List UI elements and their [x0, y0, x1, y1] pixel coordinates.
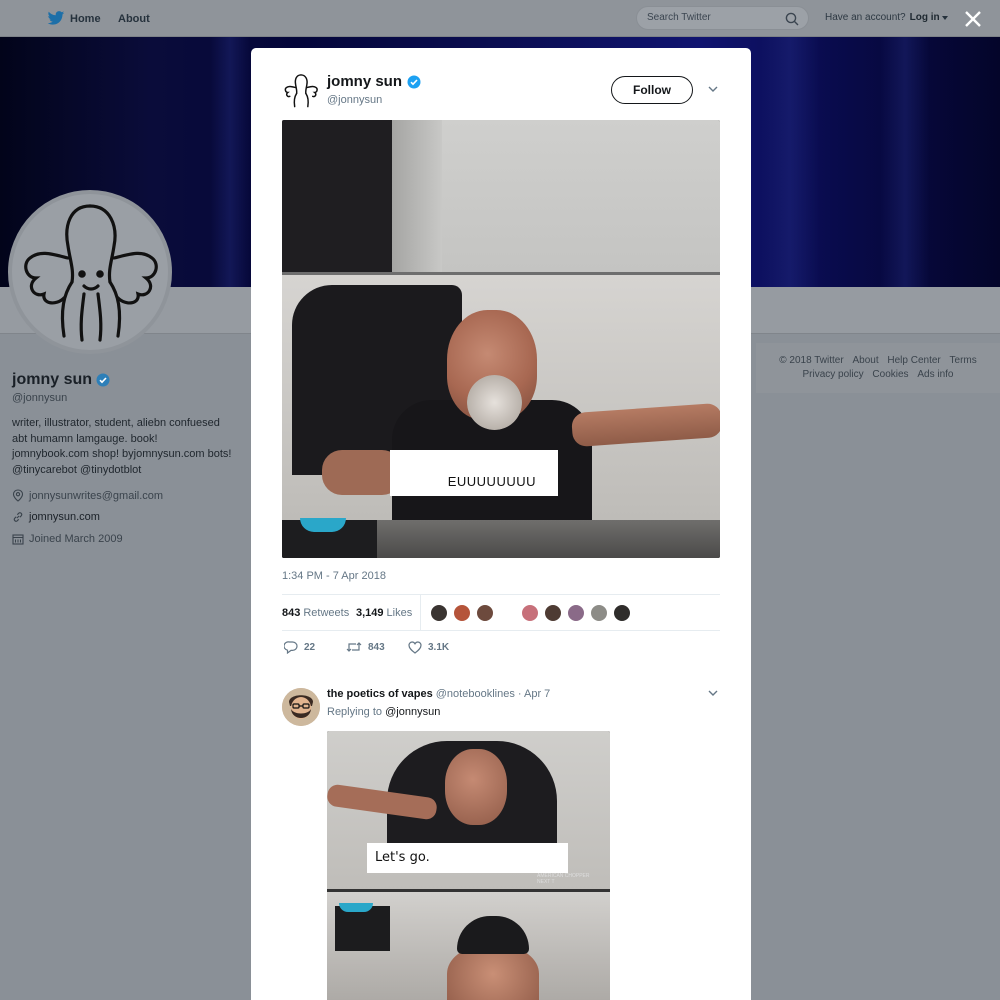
tweet-timestamp[interactable]: 1:34 PM - 7 Apr 2018	[282, 570, 386, 582]
likes-label: Likes	[386, 607, 413, 619]
liker-avatar[interactable]	[430, 604, 448, 622]
profile-bio: writer, illustrator, student, aliebn con…	[12, 416, 242, 478]
close-icon[interactable]	[962, 8, 984, 30]
profile-name-text: jomny sun	[12, 371, 93, 388]
bio-line: abt humamn lamgauge. book!	[12, 432, 158, 445]
replying-prefix: Replying to	[327, 706, 383, 718]
location-pin-icon	[12, 489, 24, 502]
login-area[interactable]: Have an account? Log in	[825, 12, 948, 23]
meme-caption-text: Let's go.	[375, 850, 430, 865]
footer-ads-link[interactable]: Ads info	[917, 369, 953, 380]
verified-badge-icon	[407, 75, 421, 88]
liker-avatar[interactable]	[567, 604, 585, 622]
retweet-button[interactable]: 843	[346, 641, 385, 653]
reply-media-image[interactable]: Let's go. AMERICAN CHOPPER NEXT T	[327, 731, 610, 1000]
likes-stat[interactable]: 3,149 Likes	[356, 607, 412, 619]
liker-avatar[interactable]	[476, 604, 494, 622]
liker-avatar[interactable]	[453, 604, 471, 622]
about-label: About	[118, 12, 150, 25]
twitter-bird-icon	[47, 11, 65, 25]
footer-box	[756, 343, 1000, 393]
have-account-text: Have an account?	[825, 12, 906, 23]
profile-name: jomny sun	[12, 371, 110, 389]
tweet-stats: 843 Retweets 3,149 Likes	[282, 594, 720, 631]
follow-button[interactable]: Follow	[611, 76, 693, 104]
bio-line: jomnybook.com shop! byjomnysun.com bots!	[12, 448, 232, 460]
show-logo: AMERICAN CHOPPER NEXT T	[537, 873, 590, 885]
reply-date[interactable]: · Apr 7	[518, 688, 550, 700]
meme-caption-box: EUUUUUUUU	[390, 450, 558, 496]
reply-icon	[284, 641, 298, 654]
search-input[interactable]: Search Twitter	[636, 6, 809, 30]
retweets-count: 843	[282, 607, 301, 619]
about-link[interactable]: About	[118, 0, 150, 37]
replying-to-handle[interactable]: @jonnysun	[385, 706, 440, 718]
tweet-author-name-text[interactable]: jomny sun	[327, 73, 402, 90]
creature-icon	[24, 204, 158, 342]
footer-terms-link[interactable]: Terms	[950, 355, 977, 366]
tweet-modal: jomny sun @jonnysun Follow EUUUUUUUU 1:3…	[251, 48, 751, 1000]
chevron-down-icon[interactable]	[708, 86, 718, 93]
retweet-icon	[346, 642, 362, 652]
bio-line: writer, illustrator, student, aliebn con…	[12, 417, 220, 429]
tweet-media-image[interactable]: EUUUUUUUU	[282, 120, 720, 558]
liker-avatar[interactable]	[521, 604, 539, 622]
liker-avatar[interactable]	[613, 604, 631, 622]
profile-website-link[interactable]: jomnysun.com	[29, 511, 100, 523]
verified-badge-icon	[96, 373, 110, 387]
profile-email-text: jonnysunwrites@gmail.com	[29, 489, 164, 502]
top-nav: Home About Search Twitter Have an accoun…	[0, 0, 1000, 37]
retweets-label: Retweets	[303, 607, 350, 619]
footer-privacy-link[interactable]: Privacy policy	[803, 369, 864, 380]
meme-caption-text: EUUUUUUUU	[447, 474, 536, 489]
footer-cookies-link[interactable]: Cookies	[872, 369, 908, 380]
tweet-author-name[interactable]: jomny sun	[327, 73, 421, 90]
bearded-face-icon	[282, 688, 320, 726]
profile-handle: @jonnysun	[12, 392, 68, 404]
profile-joined-text: Joined March 2009	[29, 533, 123, 545]
like-count: 3.1K	[428, 642, 450, 653]
meme-caption-box: Let's go.	[367, 843, 568, 873]
profile-website[interactable]: jomnysun.com	[12, 511, 100, 523]
reply-header: the poetics of vapes @notebooklines · Apr…	[327, 688, 550, 700]
footer-help-link[interactable]: Help Center	[887, 355, 940, 366]
footer-row-1: © 2018 Twitter About Help Center Terms	[756, 355, 1000, 366]
caret-down-icon	[941, 15, 948, 20]
creature-icon	[284, 74, 318, 108]
footer-row-2: Privacy policy Cookies Ads info	[756, 369, 1000, 380]
heart-icon	[408, 641, 422, 654]
liker-avatar[interactable]	[544, 604, 562, 622]
reply-author-name[interactable]: the poetics of vapes	[327, 688, 433, 700]
footer-about-link[interactable]: About	[852, 355, 878, 366]
reply-author-avatar[interactable]	[282, 688, 320, 726]
profile-avatar[interactable]	[8, 190, 172, 354]
retweets-stat[interactable]: 843 Retweets	[282, 607, 349, 619]
liker-avatar[interactable]	[590, 604, 608, 622]
profile-email: jonnysunwrites@gmail.com	[12, 489, 163, 502]
login-link[interactable]: Log in	[910, 12, 940, 23]
home-label: Home	[70, 12, 101, 25]
reply-count: 22	[304, 642, 316, 653]
chevron-down-icon[interactable]	[708, 690, 718, 697]
search-icon[interactable]	[785, 12, 799, 26]
home-link[interactable]: Home	[47, 0, 101, 37]
retweet-count: 843	[368, 641, 385, 653]
bio-line: @tinycarebot @tinydotblot	[12, 463, 142, 476]
calendar-icon	[12, 534, 24, 545]
reply-author-handle[interactable]: @notebooklines	[436, 688, 515, 700]
reply-button[interactable]: 22	[284, 641, 315, 654]
likes-count: 3,149	[356, 607, 384, 619]
like-button[interactable]: 3.1K	[408, 641, 449, 654]
tweet-author-handle[interactable]: @jonnysun	[327, 94, 382, 106]
replying-to: Replying to @jonnysun	[327, 706, 440, 718]
profile-joined: Joined March 2009	[12, 533, 123, 545]
tweet-author-avatar[interactable]	[282, 72, 320, 110]
search-placeholder: Search Twitter	[647, 12, 711, 23]
footer-copyright: © 2018 Twitter	[779, 355, 844, 366]
link-icon	[13, 512, 23, 522]
